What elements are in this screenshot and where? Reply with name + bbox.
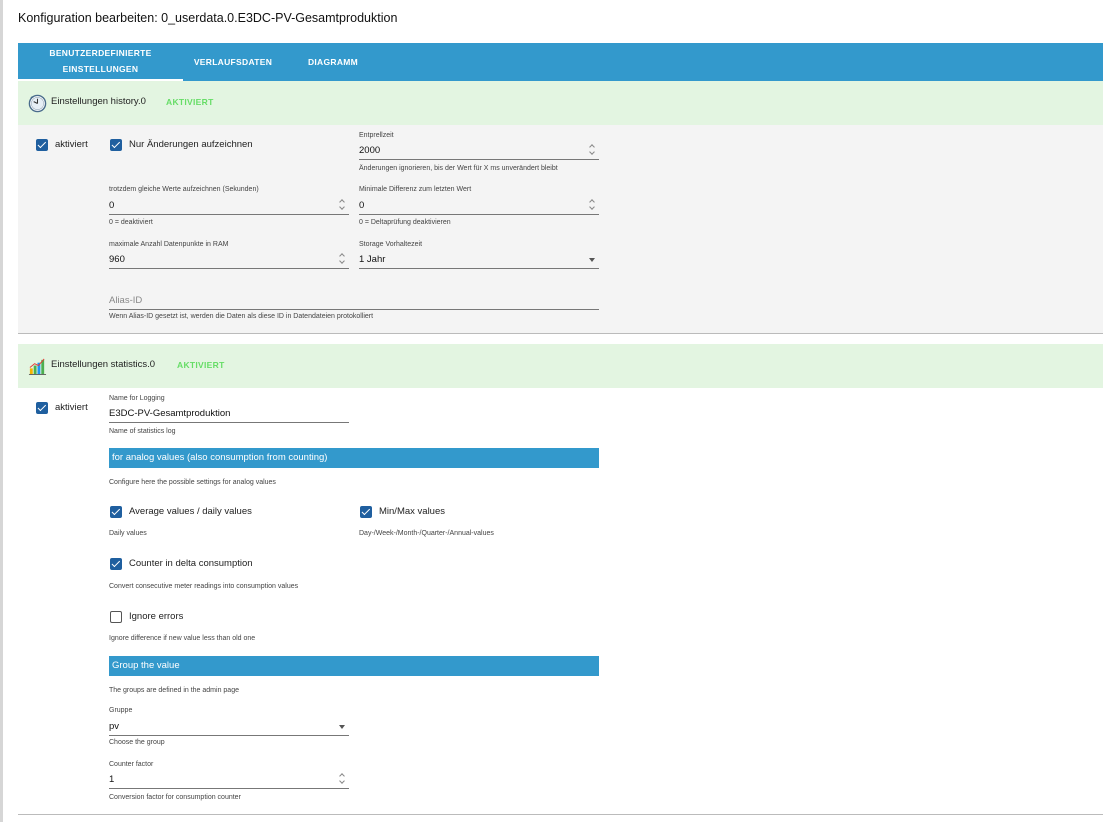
tab-diagram[interactable]: DIAGRAMM [288, 43, 378, 81]
group-value: pv [109, 721, 120, 732]
minmax-values-label: Min/Max values [379, 506, 445, 517]
max-points-input[interactable]: 960 [109, 251, 349, 269]
analog-values-band: for analog values (also consumption from… [109, 448, 599, 468]
average-values-checkbox[interactable] [110, 506, 122, 518]
counter-delta-checkbox[interactable] [110, 558, 122, 570]
min-diff-hint: 0 = Deltaprüfung deaktivieren [359, 219, 451, 226]
history-enabled-checkbox[interactable] [36, 139, 48, 151]
max-points-label: maximale Anzahl Datenpunkte in RAM [109, 241, 229, 248]
retention-select[interactable]: 1 Jahr [359, 251, 599, 269]
debounce-label: Entprellzeit [359, 132, 394, 139]
same-values-hint: 0 = deaktiviert [109, 219, 153, 226]
logging-name-label: Name for Logging [109, 395, 165, 402]
max-points-value: 960 [109, 254, 125, 265]
debounce-hint: Änderungen ignorieren, bis der Wert für … [359, 165, 558, 172]
statistics-status-badge: AKTIVIERT [177, 360, 225, 370]
statistics-section-title: Einstellungen statistics.0 [51, 359, 156, 370]
spinner-icon[interactable] [589, 144, 596, 156]
ignore-errors-hint: Ignore difference if new value less than… [109, 635, 256, 642]
tab-custom-settings[interactable]: BENUTZERDEFINIERTE EINSTELLUNGEN [18, 43, 183, 81]
changes-only-checkbox[interactable] [110, 139, 122, 151]
spinner-icon[interactable] [339, 199, 346, 211]
statistics-section-header[interactable]: Einstellungen statistics.0 AKTIVIERT [18, 344, 1103, 388]
average-values-hint: Daily values [109, 530, 147, 537]
counter-factor-value: 1 [109, 774, 115, 785]
group-select[interactable]: pv [109, 718, 349, 736]
minmax-values-hint: Day-/Week-/Month-/Quarter-/Annual-values [359, 530, 494, 537]
group-band-hint: The groups are defined in the admin page [109, 687, 239, 694]
history-section-title: Einstellungen history.0 [51, 96, 146, 107]
minmax-values-checkbox[interactable] [360, 506, 372, 518]
group-hint: Choose the group [109, 739, 165, 746]
alias-id-hint: Wenn Alias-ID gesetzt ist, werden die Da… [109, 313, 374, 320]
counter-delta-hint: Convert consecutive meter readings into … [109, 583, 299, 590]
group-label: Gruppe [109, 707, 133, 714]
same-values-input[interactable]: 0 [109, 197, 349, 215]
history-enabled-label: aktiviert [55, 139, 88, 150]
same-values-value: 0 [109, 200, 115, 211]
debounce-input[interactable]: 2000 [359, 142, 599, 160]
debounce-value: 2000 [359, 145, 381, 156]
bar-chart-icon [28, 358, 47, 376]
changes-only-label: Nur Änderungen aufzeichnen [129, 139, 253, 150]
counter-factor-label: Counter factor [109, 761, 154, 768]
clock-icon [28, 94, 47, 113]
retention-label: Storage Vorhaltezeit [359, 241, 423, 248]
tab-history-data[interactable]: VERLAUFSDATEN [183, 43, 283, 81]
analog-values-hint: Configure here the possible settings for… [109, 479, 276, 486]
logging-name-value: E3DC-PV-Gesamtproduktion [109, 408, 231, 419]
logging-name-hint: Name of statistics log [109, 428, 176, 435]
min-diff-value: 0 [359, 200, 365, 211]
tab-label-line1: BENUTZERDEFINIERTE [49, 48, 152, 58]
ignore-errors-checkbox[interactable] [110, 611, 122, 623]
dropdown-arrow-icon [339, 725, 345, 729]
logging-name-input[interactable]: E3DC-PV-Gesamtproduktion [109, 405, 349, 423]
ignore-errors-label: Ignore errors [129, 611, 184, 622]
tab-bar: BENUTZERDEFINIERTE EINSTELLUNGEN VERLAUF… [18, 43, 1103, 81]
history-section-header[interactable]: Einstellungen history.0 AKTIVIERT [18, 81, 1103, 125]
history-status-badge: AKTIVIERT [166, 97, 214, 107]
counter-factor-input[interactable]: 1 [109, 771, 349, 789]
counter-factor-hint: Conversion factor for consumption counte… [109, 794, 241, 801]
retention-value: 1 Jahr [359, 254, 386, 265]
min-diff-label: Minimale Differenz zum letzten Wert [359, 186, 472, 193]
dialog-title: Konfiguration bearbeiten: 0_userdata.0.E… [18, 11, 398, 25]
dropdown-arrow-icon [589, 258, 595, 262]
window-edge [0, 0, 3, 822]
spinner-icon[interactable] [589, 199, 596, 211]
alias-id-input[interactable]: Alias-ID [109, 292, 599, 310]
spinner-icon[interactable] [339, 253, 346, 265]
statistics-enabled-label: aktiviert [55, 402, 88, 413]
tab-label-line2: EINSTELLUNGEN [62, 64, 139, 74]
spinner-icon[interactable] [339, 773, 346, 785]
statistics-enabled-checkbox[interactable] [36, 402, 48, 414]
group-value-band: Group the value [109, 656, 599, 676]
same-values-label: trotzdem gleiche Werte aufzeichnen (Seku… [109, 186, 259, 193]
alias-id-placeholder: Alias-ID [109, 295, 143, 306]
average-values-label: Average values / daily values [129, 506, 252, 517]
counter-delta-label: Counter in delta consumption [129, 558, 253, 569]
min-diff-input[interactable]: 0 [359, 197, 599, 215]
